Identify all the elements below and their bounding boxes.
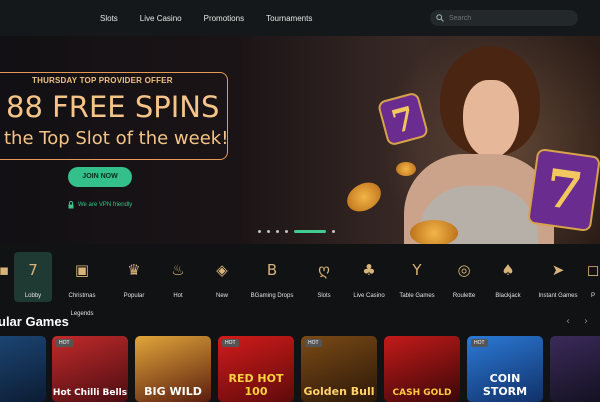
search-box[interactable]: [430, 10, 578, 26]
seven-symbol-icon: 7: [527, 147, 600, 233]
category-table-games[interactable]: Y Table Games: [393, 252, 441, 302]
game-card[interactable]: HOT Hot Chilli Bells: [52, 336, 128, 402]
category-blackjack[interactable]: ♠ Blackjack: [484, 252, 532, 302]
category-new[interactable]: ◈ New: [198, 252, 246, 302]
cards-icon: ♠: [501, 261, 515, 279]
b-icon: B: [266, 261, 278, 279]
club-icon: ♣: [362, 261, 376, 279]
category-lobby[interactable]: 7 Lobby: [14, 252, 52, 302]
partial-icon: ▪: [0, 261, 10, 279]
category-slots[interactable]: ღ Slots: [300, 252, 348, 302]
top-bar: Slots Live Casino Promotions Tournaments: [0, 0, 600, 36]
slide-dot[interactable]: [267, 230, 270, 233]
crown-icon: ♛: [127, 261, 141, 279]
nav-live-casino[interactable]: Live Casino: [140, 14, 182, 23]
gold-coin-icon: [341, 176, 387, 218]
slide-dot[interactable]: [276, 230, 279, 233]
game-card[interactable]: HOT Golden Bull: [301, 336, 377, 402]
category-hot[interactable]: ♨ Hot: [154, 252, 202, 302]
category-bar: ▪ 7 Lobby ▣ Christmas Legends ♛ Popular …: [0, 252, 600, 317]
lock-icon: [68, 201, 74, 209]
cocktail-icon: Y: [412, 261, 422, 279]
chevron-left-icon[interactable]: ‹: [566, 316, 570, 327]
hot-badge: HOT: [56, 339, 73, 347]
hero-banner[interactable]: 7 7 THURSDAY TOP PROVIDER OFFER 88 FREE …: [0, 36, 600, 244]
vpn-note: We are VPN friendly: [68, 201, 132, 209]
carousel-arrows: ‹ ›: [566, 316, 588, 327]
category-christmas-legends[interactable]: ▣ Christmas Legends: [58, 252, 106, 317]
hero-woman-face: [463, 80, 519, 158]
hot-badge: HOT: [471, 339, 488, 347]
gift-icon: ▣: [74, 261, 90, 279]
offer-subtitle: the Top Slot of the week!: [4, 128, 229, 149]
game-card[interactable]: CASH GOLD: [384, 336, 460, 402]
hot-badge: HOT: [222, 339, 239, 347]
game-card[interactable]: [550, 336, 600, 402]
offer-label: THURSDAY TOP PROVIDER OFFER: [32, 76, 173, 85]
nav-tournaments[interactable]: Tournaments: [266, 14, 312, 23]
slide-dot[interactable]: [285, 230, 288, 233]
game-cards: HOT Hot Chilli Bells BIG WILD HOT RED HO…: [0, 336, 600, 402]
gold-coin-icon: [396, 162, 416, 176]
vpn-text: We are VPN friendly: [78, 202, 133, 208]
main-nav: Slots Live Casino Promotions Tournaments: [100, 0, 334, 36]
nav-slots[interactable]: Slots: [100, 14, 118, 23]
category-popular[interactable]: ♛ Popular: [110, 252, 158, 302]
join-now-button[interactable]: JOIN NOW: [68, 167, 132, 187]
roulette-icon: ◎: [457, 261, 471, 279]
category-instant-games[interactable]: ➤ Instant Games: [534, 252, 582, 302]
offer-title: 88 FREE SPINS: [6, 90, 220, 124]
category-partial-right[interactable]: ◻ P: [578, 252, 600, 302]
slide-dot[interactable]: [332, 230, 335, 233]
chevron-right-icon[interactable]: ›: [584, 316, 588, 327]
flame-icon: ♨: [171, 261, 185, 279]
slide-indicator: [258, 230, 335, 233]
category-live-casino[interactable]: ♣ Live Casino: [345, 252, 393, 302]
category-bgaming-drops[interactable]: B BGaming Drops: [248, 252, 296, 302]
category-roulette[interactable]: ◎ Roulette: [440, 252, 488, 302]
game-card[interactable]: HOT RED HOT 100: [218, 336, 294, 402]
cherry-icon: ღ: [318, 261, 330, 279]
game-card[interactable]: [0, 336, 46, 402]
slide-dot[interactable]: [258, 230, 261, 233]
nav-promotions[interactable]: Promotions: [204, 14, 244, 23]
game-card[interactable]: BIG WILD: [135, 336, 211, 402]
game-card[interactable]: HOT COIN STORM: [467, 336, 543, 402]
seven-icon: 7: [28, 261, 38, 279]
search-icon: [436, 14, 444, 22]
slide-dot-active[interactable]: [294, 230, 326, 233]
gold-coin-icon: [410, 220, 458, 244]
tag-icon: ◈: [216, 261, 228, 279]
section-title: ular Games: [0, 314, 69, 329]
hot-badge: HOT: [305, 339, 322, 347]
partial-icon: ◻: [586, 261, 600, 279]
search-input[interactable]: [449, 14, 569, 22]
rocket-icon: ➤: [551, 261, 565, 279]
